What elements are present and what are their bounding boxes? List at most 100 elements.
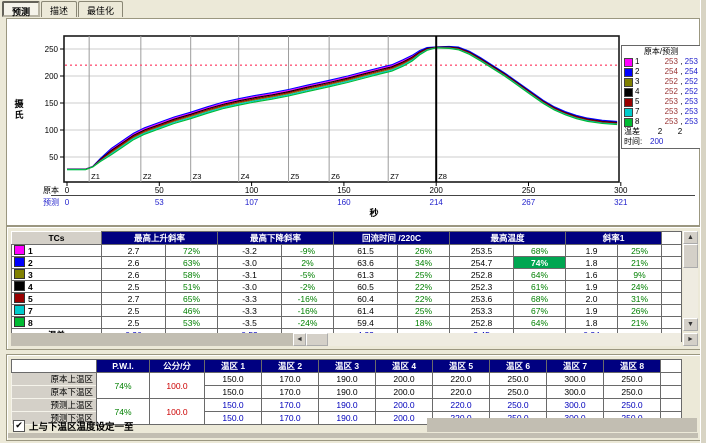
horizontal-scroll-track[interactable] — [306, 333, 681, 346]
tc-color-swatch — [14, 257, 25, 267]
tc-row-3[interactable]: 32.658%-3.1-5%61.325%252.864%1.69% — [12, 269, 682, 281]
zone-label: Z7 — [390, 172, 399, 181]
zone-temp-cell[interactable]: 220.0 — [433, 399, 490, 412]
scroll-down-button[interactable]: ▼ — [683, 318, 698, 331]
conveyor-speed-value[interactable]: 100.0 — [150, 373, 205, 399]
stat-percent-cell: 22% — [398, 293, 450, 305]
link-zones-checkbox[interactable]: ✔ — [13, 420, 25, 432]
zone-temp-cell[interactable]: 170.0 — [262, 373, 319, 386]
blank-cell — [662, 305, 682, 317]
plot-area[interactable] — [64, 36, 619, 182]
scroll-left-button[interactable]: ◄ — [293, 333, 306, 346]
tc-table-horizontal-scrollbar[interactable]: ◄ — [293, 333, 681, 346]
tc-row-2[interactable]: 22.663%-3.02%63.634%254.774%1.821% — [12, 257, 682, 269]
zone-temp-cell[interactable]: 150.0 — [205, 373, 262, 386]
panel-bottom-strip — [8, 433, 698, 438]
stat-value-cell: 252.3 — [450, 281, 514, 293]
metric-column-header[interactable]: 最高温度 — [450, 232, 566, 245]
vertical-scroll-thumb[interactable] — [683, 244, 698, 268]
checkbox-row-filler — [427, 418, 697, 432]
y-tick-label: 200 — [45, 72, 59, 81]
legend-tc-number: 7 — [635, 107, 645, 117]
zone-temp-cell[interactable]: 250.0 — [604, 373, 661, 386]
stat-value-cell: 2.6 — [102, 257, 166, 269]
tc-row-8[interactable]: 82.553%-3.5-24%59.418%252.864%1.821% — [12, 317, 682, 329]
zone-settings-panel: P.W.I.公分/分温区 1温区 2温区 3温区 4温区 5温区 6温区 7温区… — [6, 354, 702, 441]
zone-temp-cell[interactable]: 250.0 — [604, 386, 661, 399]
tc-table-vertical-scrollbar[interactable]: ▲ ▼ — [683, 231, 698, 331]
stat-percent-cell: -24% — [282, 317, 334, 329]
stat-value-cell: 60.4 — [334, 293, 398, 305]
stat-value-cell: 63.6 — [334, 257, 398, 269]
tc-row-7[interactable]: 72.546%-3.3-16%61.425%253.367%1.926% — [12, 305, 682, 317]
metric-column-header[interactable]: 最高上升斜率 — [102, 232, 218, 245]
zone-temp-cell[interactable]: 170.0 — [262, 399, 319, 412]
zone-temp-cell[interactable]: 220.0 — [433, 386, 490, 399]
stat-percent-cell: 25% — [618, 245, 662, 257]
scroll-right-button[interactable]: ► — [683, 333, 698, 346]
zone-temp-cell[interactable]: 190.0 — [319, 399, 376, 412]
stat-percent-cell: 31% — [618, 293, 662, 305]
x-tick-label-predicted: 321 — [614, 198, 628, 207]
tc-row-5[interactable]: 52.765%-3.3-16%60.422%253.668%2.031% — [12, 293, 682, 305]
zone-temp-cell[interactable]: 170.0 — [262, 386, 319, 399]
tab-description[interactable]: 描述 — [41, 1, 77, 17]
tc-color-swatch — [14, 293, 25, 303]
stat-percent-cell: 51% — [166, 281, 218, 293]
zone-temp-cell[interactable]: 300.0 — [547, 373, 604, 386]
legend-time-label: 时间: — [624, 137, 650, 147]
zone-temp-cell[interactable]: 190.0 — [319, 386, 376, 399]
stat-value-cell: 61.3 — [334, 269, 398, 281]
legend-predicted-value: 252 — [685, 87, 698, 96]
legend-tc-number: 5 — [635, 97, 645, 107]
zone-label: Z8 — [438, 172, 447, 181]
horizontal-scroll-thumb[interactable] — [306, 333, 328, 346]
pwi-value: 74% — [97, 373, 150, 399]
zone-temp-cell[interactable]: 200.0 — [376, 386, 433, 399]
stat-value-cell: 1.9 — [566, 281, 618, 293]
profile-chart[interactable]: 50100150200250Z1Z2Z3Z4Z5Z6Z7Z8原本预测005053… — [7, 19, 699, 225]
zone-row: 预测上温区74%100.0150.0170.0190.0200.0220.025… — [12, 399, 682, 412]
tc-row-1[interactable]: 12.772%-3.2-9%61.526%253.568%1.925% — [12, 245, 682, 257]
tab-prediction[interactable]: 预测 — [2, 1, 40, 17]
metric-column-header[interactable]: 最高下降斜率 — [218, 232, 334, 245]
stat-percent-cell: -9% — [282, 245, 334, 257]
stat-percent-cell: 58% — [166, 269, 218, 281]
stat-percent-cell: 63% — [166, 257, 218, 269]
tc-color-swatch — [14, 317, 25, 327]
zone-temp-cell[interactable]: 200.0 — [376, 399, 433, 412]
zone-temp-cell[interactable]: 250.0 — [490, 386, 547, 399]
zone-label: Z3 — [193, 172, 202, 181]
legend-tc-number: 3 — [635, 77, 645, 87]
zone-temp-cell[interactable]: 190.0 — [319, 373, 376, 386]
zone-temp-cell[interactable]: 300.0 — [547, 399, 604, 412]
tab-optimization[interactable]: 最佳化 — [78, 1, 123, 17]
zone-temp-cell[interactable]: 300.0 — [547, 386, 604, 399]
tc-row-4[interactable]: 42.551%-3.0-2%60.522%252.361%1.924% — [12, 281, 682, 293]
zone-temp-cell[interactable]: 250.0 — [490, 399, 547, 412]
stat-value-cell: 253.6 — [450, 293, 514, 305]
zone-label: Z4 — [241, 172, 250, 181]
blank-cell — [662, 281, 682, 293]
legend-tc-number: 2 — [635, 67, 645, 77]
zone-temp-cell[interactable]: 250.0 — [490, 373, 547, 386]
x-tick-label-predicted: 0 — [65, 198, 70, 207]
zone-label: Z6 — [331, 172, 340, 181]
zone-temp-cell[interactable]: 200.0 — [376, 373, 433, 386]
tc-column-header[interactable]: TCs — [12, 232, 102, 245]
zone-temp-cell[interactable]: 250.0 — [604, 399, 661, 412]
zone-temp-cell[interactable]: 150.0 — [205, 386, 262, 399]
zone-temp-cell[interactable]: 220.0 — [433, 373, 490, 386]
y-axis-title: 摄 — [14, 98, 24, 109]
zone-header: 温区 7 — [547, 360, 604, 373]
scroll-up-button[interactable]: ▲ — [683, 231, 698, 244]
zone-header: 温区 2 — [262, 360, 319, 373]
metric-column-header[interactable]: 回流时间 /220C — [334, 232, 450, 245]
legend-tempdiff-label: 温差 — [624, 127, 650, 137]
metric-column-header[interactable]: 斜率1 — [566, 232, 662, 245]
tc-label-cell: 8 — [12, 317, 102, 329]
y-tick-label: 50 — [49, 153, 58, 162]
blank-cell — [662, 317, 682, 329]
stat-percent-cell: 26% — [618, 305, 662, 317]
zone-temp-cell[interactable]: 150.0 — [205, 399, 262, 412]
